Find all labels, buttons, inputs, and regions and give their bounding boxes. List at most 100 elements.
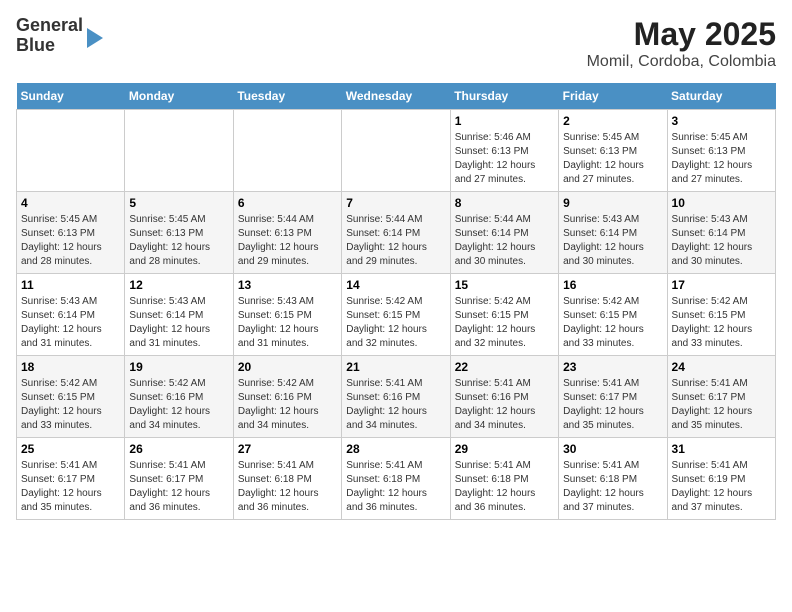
calendar-cell: 10Sunrise: 5:43 AM Sunset: 6:14 PM Dayli… xyxy=(667,192,775,274)
page-header: General Blue May 2025 Momil, Cordoba, Co… xyxy=(16,16,776,71)
week-row-3: 11 Sunrise: 5:43 AM Sunset: 6:14 PM Dayli… xyxy=(17,274,776,356)
calendar-cell: 15 Sunrise: 5:42 AM Sunset: 6:15 PM Dayli… xyxy=(450,274,558,356)
day-info: Sunrise: 5:42 AM Sunset: 6:15 PM Dayligh… xyxy=(563,295,662,351)
logo-icon: General Blue xyxy=(16,16,103,56)
day-number: 6 xyxy=(238,196,337,210)
day-number: 30 xyxy=(563,442,662,456)
day-number: 11 xyxy=(21,278,120,292)
calendar-cell: 26 Sunrise: 5:41 AM Sunset: 6:17 PM Dayli… xyxy=(125,438,233,520)
calendar-cell: 21 Sunrise: 5:41 AM Sunset: 6:16 PM Dayli… xyxy=(342,356,450,438)
day-number: 5 xyxy=(129,196,228,210)
calendar-cell: 18 Sunrise: 5:42 AM Sunset: 6:15 PM Dayli… xyxy=(17,356,125,438)
calendar-cell: 4Sunrise: 5:45 AM Sunset: 6:13 PM Daylig… xyxy=(17,192,125,274)
day-info: Sunrise: 5:41 AM Sunset: 6:18 PM Dayligh… xyxy=(455,459,554,515)
calendar-table: SundayMondayTuesdayWednesdayThursdayFrid… xyxy=(16,83,776,520)
day-header-thursday: Thursday xyxy=(450,83,558,110)
day-info: Sunrise: 5:41 AM Sunset: 6:17 PM Dayligh… xyxy=(672,377,771,433)
day-header-friday: Friday xyxy=(559,83,667,110)
logo-line2: Blue xyxy=(16,36,83,56)
day-info: Sunrise: 5:43 AM Sunset: 6:15 PM Dayligh… xyxy=(238,295,337,351)
calendar-cell: 24 Sunrise: 5:41 AM Sunset: 6:17 PM Dayli… xyxy=(667,356,775,438)
calendar-cell xyxy=(17,110,125,192)
week-row-5: 25Sunrise: 5:41 AM Sunset: 6:17 PM Dayli… xyxy=(17,438,776,520)
day-number: 20 xyxy=(238,360,337,374)
day-info: Sunrise: 5:45 AM Sunset: 6:13 PM Dayligh… xyxy=(563,131,662,187)
calendar-cell: 30 Sunrise: 5:41 AM Sunset: 6:18 PM Dayli… xyxy=(559,438,667,520)
calendar-cell: 5 Sunrise: 5:45 AM Sunset: 6:13 PM Daylig… xyxy=(125,192,233,274)
day-info: Sunrise: 5:41 AM Sunset: 6:18 PM Dayligh… xyxy=(346,459,445,515)
calendar-cell: 6 Sunrise: 5:44 AM Sunset: 6:13 PM Daylig… xyxy=(233,192,341,274)
calendar-cell: 28 Sunrise: 5:41 AM Sunset: 6:18 PM Dayli… xyxy=(342,438,450,520)
day-number: 2 xyxy=(563,114,662,128)
calendar-cell xyxy=(125,110,233,192)
day-number: 23 xyxy=(563,360,662,374)
day-info: Sunrise: 5:45 AM Sunset: 6:13 PM Dayligh… xyxy=(129,213,228,269)
day-number: 3 xyxy=(672,114,771,128)
day-number: 8 xyxy=(455,196,554,210)
logo-arrow-icon xyxy=(87,28,103,48)
day-number: 18 xyxy=(21,360,120,374)
day-number: 29 xyxy=(455,442,554,456)
day-number: 19 xyxy=(129,360,228,374)
day-number: 21 xyxy=(346,360,445,374)
calendar-cell: 22Sunrise: 5:41 AM Sunset: 6:16 PM Dayli… xyxy=(450,356,558,438)
calendar-cell: 20 Sunrise: 5:42 AM Sunset: 6:16 PM Dayli… xyxy=(233,356,341,438)
day-info: Sunrise: 5:42 AM Sunset: 6:16 PM Dayligh… xyxy=(129,377,228,433)
day-header-wednesday: Wednesday xyxy=(342,83,450,110)
calendar-cell: 12Sunrise: 5:43 AM Sunset: 6:14 PM Dayli… xyxy=(125,274,233,356)
calendar-cell: 7 Sunrise: 5:44 AM Sunset: 6:14 PM Daylig… xyxy=(342,192,450,274)
logo: General Blue xyxy=(16,16,103,56)
calendar-cell: 11Sunrise: 5:43 AM Sunset: 6:14 PM Dayli… xyxy=(17,274,125,356)
calendar-cell: 17Sunrise: 5:42 AM Sunset: 6:15 PM Dayli… xyxy=(667,274,775,356)
calendar-body: 1 Sunrise: 5:46 AM Sunset: 6:13 PM Daylig… xyxy=(17,110,776,520)
calendar-cell: 27Sunrise: 5:41 AM Sunset: 6:18 PM Dayli… xyxy=(233,438,341,520)
calendar-title: May 2025 xyxy=(587,16,776,53)
day-number: 28 xyxy=(346,442,445,456)
day-number: 7 xyxy=(346,196,445,210)
day-info: Sunrise: 5:44 AM Sunset: 6:13 PM Dayligh… xyxy=(238,213,337,269)
calendar-cell: 23 Sunrise: 5:41 AM Sunset: 6:17 PM Dayli… xyxy=(559,356,667,438)
calendar-cell: 31Sunrise: 5:41 AM Sunset: 6:19 PM Dayli… xyxy=(667,438,775,520)
day-info: Sunrise: 5:43 AM Sunset: 6:14 PM Dayligh… xyxy=(129,295,228,351)
day-info: Sunrise: 5:41 AM Sunset: 6:19 PM Dayligh… xyxy=(672,459,771,515)
day-info: Sunrise: 5:41 AM Sunset: 6:16 PM Dayligh… xyxy=(455,377,554,433)
day-info: Sunrise: 5:41 AM Sunset: 6:17 PM Dayligh… xyxy=(563,377,662,433)
day-header-saturday: Saturday xyxy=(667,83,775,110)
day-number: 13 xyxy=(238,278,337,292)
day-info: Sunrise: 5:41 AM Sunset: 6:17 PM Dayligh… xyxy=(21,459,120,515)
calendar-cell: 2 Sunrise: 5:45 AM Sunset: 6:13 PM Daylig… xyxy=(559,110,667,192)
logo-text: General Blue xyxy=(16,16,83,56)
day-info: Sunrise: 5:44 AM Sunset: 6:14 PM Dayligh… xyxy=(346,213,445,269)
day-info: Sunrise: 5:45 AM Sunset: 6:13 PM Dayligh… xyxy=(672,131,771,187)
day-number: 24 xyxy=(672,360,771,374)
day-number: 17 xyxy=(672,278,771,292)
week-row-2: 4Sunrise: 5:45 AM Sunset: 6:13 PM Daylig… xyxy=(17,192,776,274)
day-number: 1 xyxy=(455,114,554,128)
day-info: Sunrise: 5:42 AM Sunset: 6:15 PM Dayligh… xyxy=(346,295,445,351)
day-info: Sunrise: 5:43 AM Sunset: 6:14 PM Dayligh… xyxy=(672,213,771,269)
day-info: Sunrise: 5:41 AM Sunset: 6:16 PM Dayligh… xyxy=(346,377,445,433)
day-info: Sunrise: 5:41 AM Sunset: 6:18 PM Dayligh… xyxy=(563,459,662,515)
day-info: Sunrise: 5:42 AM Sunset: 6:15 PM Dayligh… xyxy=(455,295,554,351)
calendar-cell xyxy=(342,110,450,192)
day-info: Sunrise: 5:43 AM Sunset: 6:14 PM Dayligh… xyxy=(563,213,662,269)
logo-line1: General xyxy=(16,16,83,36)
week-row-1: 1 Sunrise: 5:46 AM Sunset: 6:13 PM Daylig… xyxy=(17,110,776,192)
calendar-cell: 16Sunrise: 5:42 AM Sunset: 6:15 PM Dayli… xyxy=(559,274,667,356)
day-number: 15 xyxy=(455,278,554,292)
day-info: Sunrise: 5:46 AM Sunset: 6:13 PM Dayligh… xyxy=(455,131,554,187)
day-info: Sunrise: 5:42 AM Sunset: 6:16 PM Dayligh… xyxy=(238,377,337,433)
day-number: 9 xyxy=(563,196,662,210)
calendar-cell: 13 Sunrise: 5:43 AM Sunset: 6:15 PM Dayli… xyxy=(233,274,341,356)
week-row-4: 18 Sunrise: 5:42 AM Sunset: 6:15 PM Dayli… xyxy=(17,356,776,438)
calendar-cell: 25Sunrise: 5:41 AM Sunset: 6:17 PM Dayli… xyxy=(17,438,125,520)
day-number: 26 xyxy=(129,442,228,456)
day-info: Sunrise: 5:42 AM Sunset: 6:15 PM Dayligh… xyxy=(21,377,120,433)
calendar-cell: 19 Sunrise: 5:42 AM Sunset: 6:16 PM Dayli… xyxy=(125,356,233,438)
calendar-cell: 29 Sunrise: 5:41 AM Sunset: 6:18 PM Dayli… xyxy=(450,438,558,520)
day-header-sunday: Sunday xyxy=(17,83,125,110)
day-header-monday: Monday xyxy=(125,83,233,110)
calendar-cell: 9 Sunrise: 5:43 AM Sunset: 6:14 PM Daylig… xyxy=(559,192,667,274)
day-info: Sunrise: 5:41 AM Sunset: 6:17 PM Dayligh… xyxy=(129,459,228,515)
calendar-cell xyxy=(233,110,341,192)
